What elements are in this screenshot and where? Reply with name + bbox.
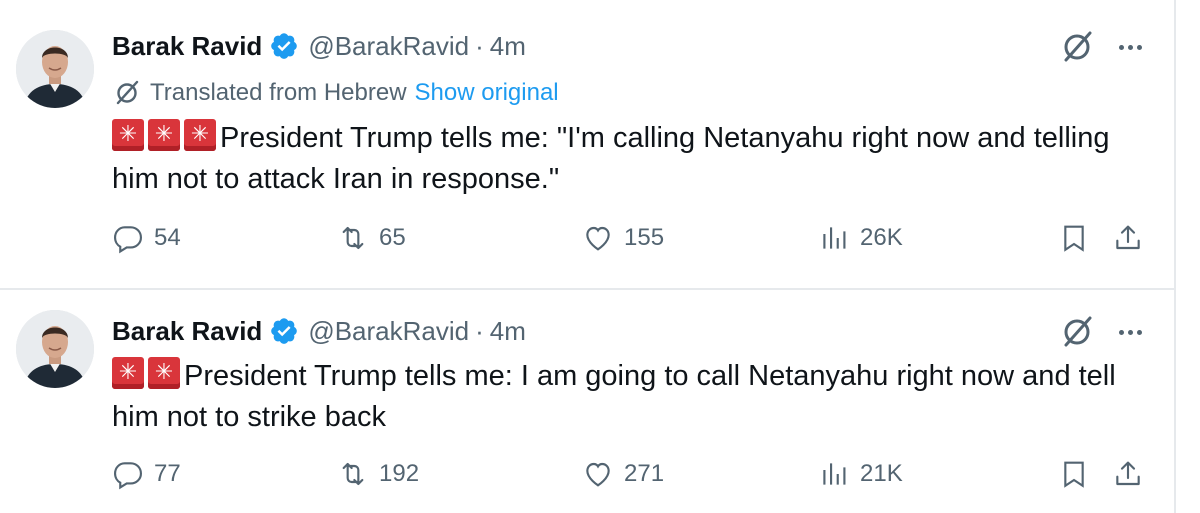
- views-count: 26K: [860, 224, 903, 251]
- reply-button[interactable]: 54: [112, 222, 181, 254]
- repost-icon: [342, 462, 364, 486]
- police-light-emoji: [148, 357, 180, 389]
- heart-icon: [586, 226, 610, 251]
- police-light-emoji: [184, 119, 216, 151]
- grok-icon[interactable]: [1058, 313, 1096, 351]
- repost-icon: [342, 226, 364, 250]
- like-count: 155: [624, 224, 665, 251]
- more-options-icon[interactable]: [1116, 28, 1144, 66]
- share-button[interactable]: [1112, 458, 1144, 490]
- tweet-header: Barak Ravid @BarakRavid · 4m: [112, 26, 526, 66]
- author-name[interactable]: Barak Ravid: [112, 316, 262, 347]
- grok-icon[interactable]: [1058, 28, 1096, 66]
- repost-count: 192: [379, 460, 420, 487]
- reply-icon: [113, 462, 143, 490]
- repost-count: 65: [379, 224, 406, 251]
- police-light-emoji: [112, 119, 144, 151]
- views-chart-icon: [823, 227, 846, 249]
- bookmark-icon: [1064, 461, 1084, 488]
- share-icon: [1116, 461, 1140, 486]
- reply-icon: [113, 226, 143, 254]
- views-count: 21K: [860, 460, 903, 487]
- verified-badge-icon: [269, 31, 299, 61]
- translated-label: Translated from Hebrew: [150, 79, 407, 106]
- police-light-emoji: [112, 357, 144, 389]
- more-options-icon[interactable]: [1116, 313, 1144, 351]
- police-light-emoji: [148, 119, 180, 151]
- heart-icon: [586, 462, 610, 487]
- author-name[interactable]: Barak Ravid: [112, 31, 262, 62]
- repost-button[interactable]: 192: [337, 458, 419, 490]
- tweet-actions: 77 192 271 21K: [112, 458, 1144, 498]
- timestamp[interactable]: 4m: [490, 31, 526, 62]
- timeline: Barak Ravid @BarakRavid · 4m Translated …: [0, 0, 1176, 513]
- tweet-text-content: President Trump tells me: "I'm calling N…: [112, 122, 1110, 195]
- reply-button[interactable]: 77: [112, 458, 181, 490]
- tweet[interactable]: Barak Ravid @BarakRavid · 4m Translated …: [0, 0, 1174, 290]
- avatar[interactable]: [16, 30, 94, 108]
- tweet-actions: 54 65 155 26K: [112, 222, 1144, 262]
- grok-icon: [112, 78, 142, 108]
- author-handle[interactable]: @BarakRavid: [308, 316, 469, 347]
- like-button[interactable]: 155: [582, 222, 664, 254]
- bookmark-button[interactable]: [1058, 222, 1090, 254]
- repost-button[interactable]: 65: [337, 222, 406, 254]
- reply-count: 54: [154, 224, 181, 251]
- separator: ·: [475, 315, 484, 346]
- separator: ·: [475, 30, 484, 61]
- views-button[interactable]: 21K: [818, 458, 903, 490]
- views-chart-icon: [823, 463, 846, 485]
- tweet-text: President Trump tells me: I am going to …: [112, 356, 1134, 438]
- author-handle[interactable]: @BarakRavid: [308, 31, 469, 62]
- tweet-text-content: President Trump tells me: I am going to …: [112, 360, 1116, 433]
- show-original-link[interactable]: Show original: [415, 79, 559, 107]
- timestamp[interactable]: 4m: [490, 316, 526, 347]
- bookmark-icon: [1064, 225, 1084, 252]
- reply-count: 77: [154, 460, 181, 487]
- tweet[interactable]: Barak Ravid @BarakRavid · 4m President T…: [0, 290, 1174, 513]
- share-icon: [1116, 225, 1140, 250]
- tweet-top-actions: [1058, 313, 1144, 351]
- share-button[interactable]: [1112, 222, 1144, 254]
- like-button[interactable]: 271: [582, 458, 664, 490]
- like-count: 271: [624, 460, 665, 487]
- views-button[interactable]: 26K: [818, 222, 903, 254]
- verified-badge-icon: [269, 316, 299, 346]
- avatar[interactable]: [16, 310, 94, 388]
- tweet-header: Barak Ravid @BarakRavid · 4m: [112, 311, 526, 351]
- tweet-text: President Trump tells me: "I'm calling N…: [112, 118, 1134, 200]
- translation-notice: Translated from Hebrew Show original: [112, 78, 559, 108]
- bookmark-button[interactable]: [1058, 458, 1090, 490]
- tweet-top-actions: [1058, 28, 1144, 66]
